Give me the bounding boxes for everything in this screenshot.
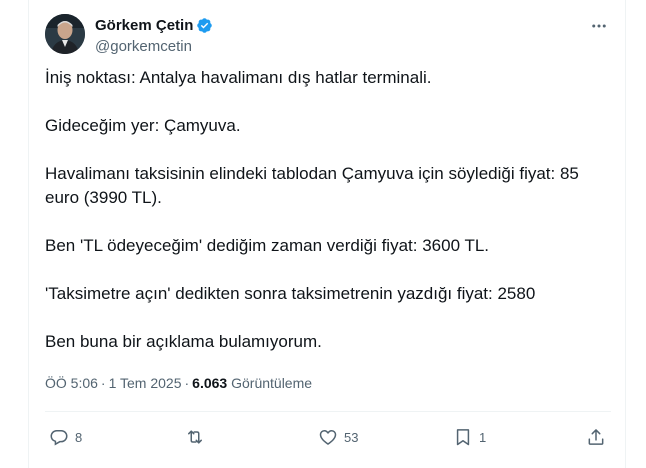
tweet-date[interactable]: 1 Tem 2025: [109, 375, 182, 391]
tweet-meta: ÖÖ 5:06 · 1 Tem 2025 · 6.063 Görüntüleme: [45, 375, 313, 391]
retweet-button[interactable]: [185, 424, 211, 450]
reply-count: 8: [75, 429, 83, 445]
share-icon: [588, 429, 604, 445]
reply-icon: [50, 430, 68, 446]
bookmark-button[interactable]: 1: [453, 424, 486, 450]
tweet-paragraph: Gideceğim yer: Çamyuva.: [45, 116, 241, 135]
avatar-image: [45, 14, 85, 54]
verified-badge-icon: [197, 17, 213, 33]
heart-icon: [319, 430, 337, 445]
like-count: 53: [344, 429, 359, 445]
views-count: 6.063: [192, 375, 228, 391]
retweet-icon: [188, 430, 202, 444]
author-info: Görkem Çetin @gorkemcetin: [95, 15, 213, 55]
tweet-paragraph: Ben 'TL ödeyeceğim' dediğim zaman verdiğ…: [45, 236, 490, 255]
tweet-text: İniş noktası: Antalya havalimanı dış hat…: [45, 66, 611, 378]
bookmark-count: 1: [479, 429, 487, 445]
tweet-paragraph: Ben buna bir açıklama bulamıyorum.: [45, 332, 322, 351]
action-bar: 8 53 1: [45, 424, 611, 450]
avatar[interactable]: [45, 14, 85, 54]
views-label: Görüntüleme: [231, 375, 313, 391]
author-display-name[interactable]: Görkem Çetin: [95, 17, 193, 34]
reply-button[interactable]: 8: [49, 424, 82, 450]
share-button[interactable]: [586, 424, 606, 450]
author-handle[interactable]: @gorkemcetin: [95, 38, 213, 55]
tweet-paragraph: İniş noktası: Antalya havalimanı dış hat…: [45, 68, 432, 87]
like-button[interactable]: 53: [318, 424, 358, 450]
tweet-card: Görkem Çetin @gorkemcetin İniş noktası: …: [28, 0, 626, 468]
tweet-paragraph: 'Taksimetre açın' dedikten sonra taksime…: [45, 284, 536, 303]
tweet-time[interactable]: ÖÖ 5:06: [45, 375, 98, 391]
bookmark-icon: [456, 429, 470, 446]
tweet-header: Görkem Çetin @gorkemcetin: [45, 14, 611, 58]
more-dots-icon[interactable]: [589, 16, 609, 36]
divider: [45, 411, 611, 412]
tweet-paragraph: Havalimanı taksisinin elindeki tablodan …: [45, 164, 579, 207]
